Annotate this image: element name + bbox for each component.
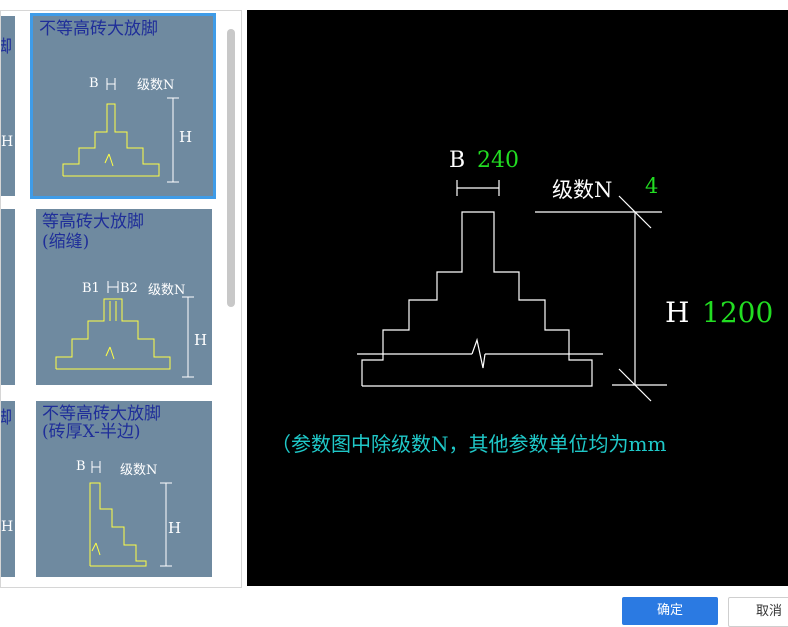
unit-note: （参数图中除级数N，其他参数单位均为mm [271, 432, 667, 456]
n-value[interactable]: 4 [645, 174, 658, 198]
dimension-label: H [1, 134, 14, 150]
thumbnail-unequal-height-footing-half[interactable]: 不等高砖大放脚 (砖厚X-半边) B 级数N H [36, 401, 212, 577]
b-label: B [89, 76, 99, 91]
h-label: H [194, 331, 208, 349]
b-value[interactable]: 240 [477, 148, 519, 173]
gallery-scrollbar[interactable] [227, 29, 235, 307]
b-label: B [449, 148, 466, 173]
n-label: 级数N [137, 78, 175, 93]
footing-thumbnail-drawing [62, 78, 179, 183]
thumbnail-partial-3[interactable]: 脚 H [1, 401, 15, 577]
n-label: 级数N [552, 178, 613, 202]
thumbnail-title: 脚 [1, 409, 12, 428]
thumbnail-title: 等高砖大放脚 [42, 212, 144, 232]
thumbnail-title: ( [1, 223, 2, 242]
h-label: H [179, 128, 193, 146]
thumbnail-title: 脚 [1, 38, 12, 57]
ok-button[interactable]: 确定 [622, 597, 718, 625]
thumbnail-equal-height-footing-joint[interactable]: 等高砖大放脚 (缩缝) B1 B2 级数N H [36, 209, 212, 385]
thumbnail-subtitle: (缩缝) [42, 232, 90, 252]
b2-label: B2 [120, 281, 138, 296]
cancel-button[interactable]: 取消 [728, 597, 788, 627]
thumbnail-unequal-height-footing[interactable]: 不等高砖大放脚 B 级数N H [30, 13, 216, 199]
thumbnail-partial-1[interactable]: 脚 H [1, 16, 15, 196]
h-value[interactable]: 1200 [702, 296, 773, 329]
style-gallery: 脚 H ( 脚 H 不等高砖大放脚 B 级数N H [0, 10, 242, 588]
h-label: H [168, 519, 182, 537]
b1-label: B1 [82, 281, 100, 296]
dimension-label: H [1, 519, 14, 535]
thumbnail-partial-2[interactable]: ( [1, 209, 15, 385]
thumbnail-title: 不等高砖大放脚 [39, 19, 158, 39]
thumbnail-subtitle: (砖厚X-半边) [42, 422, 141, 442]
h-label: H [665, 296, 690, 329]
parameter-preview: B 240 级数N 4 H 1200 （参数图中除级数N，其他参数单位均为mm [247, 10, 788, 586]
n-label: 级数N [148, 283, 186, 298]
n-label: 级数N [120, 463, 158, 478]
b-label: B [76, 459, 86, 474]
